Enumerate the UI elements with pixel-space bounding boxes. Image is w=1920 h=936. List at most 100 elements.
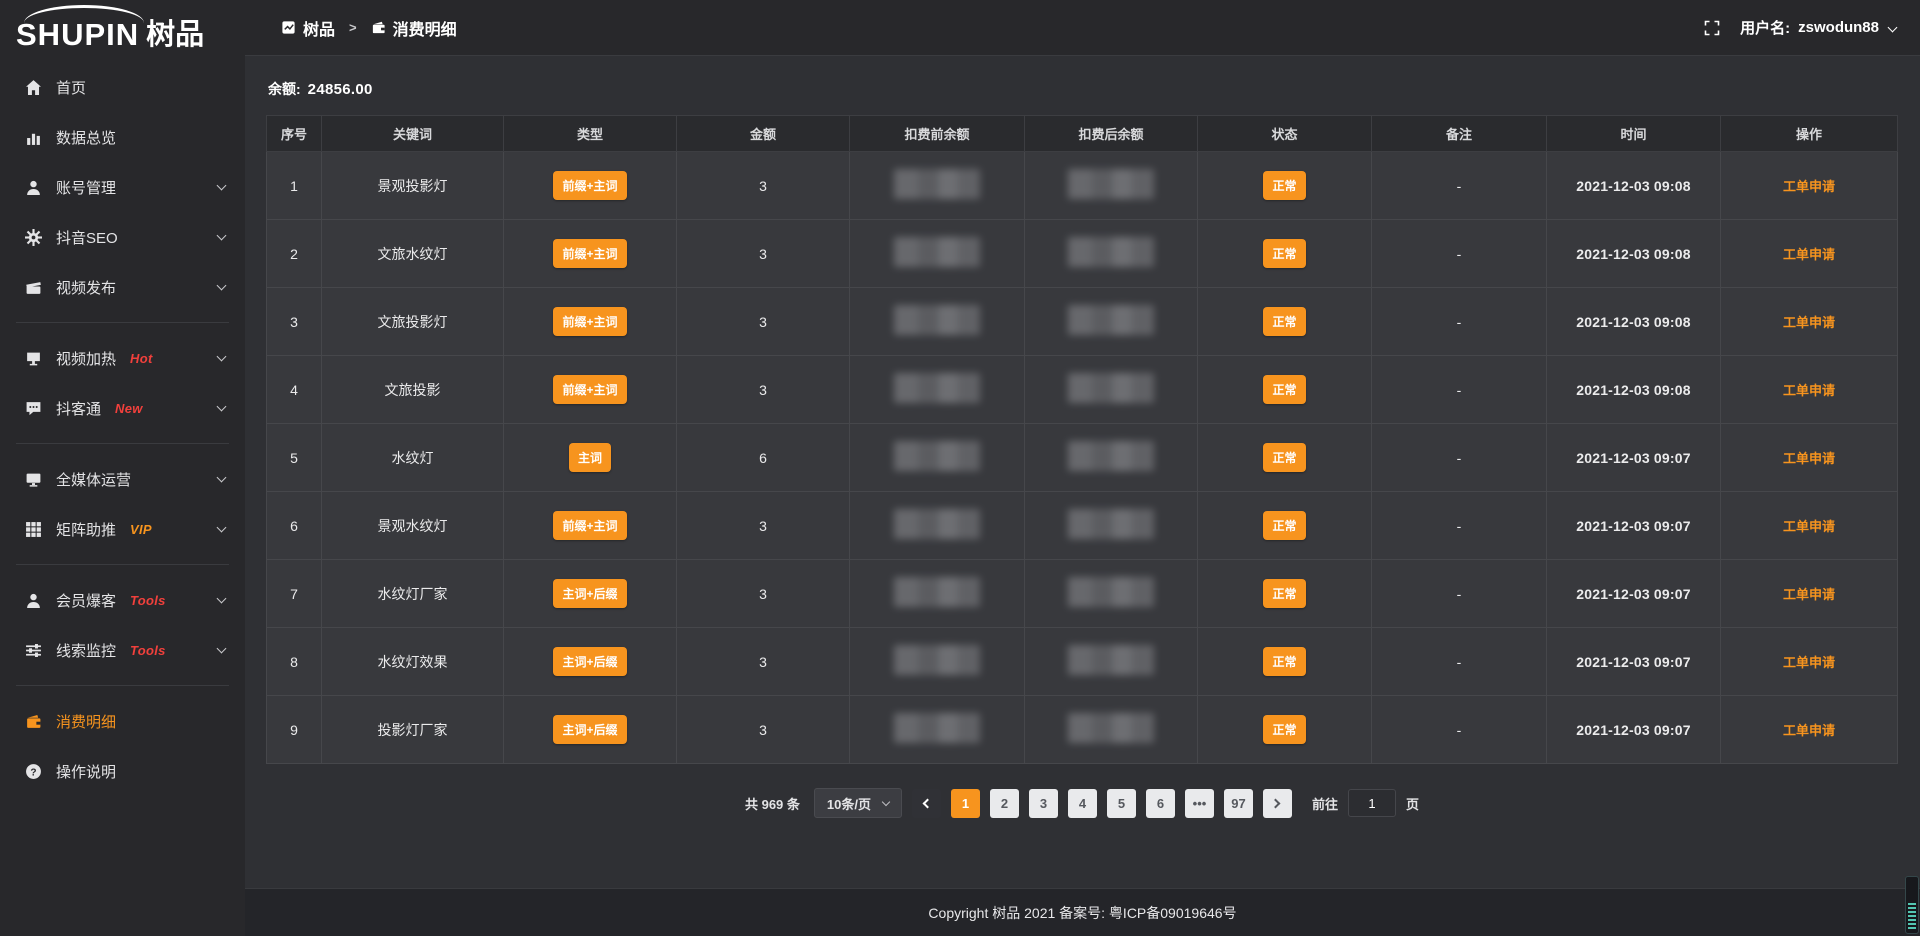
fullscreen-icon[interactable] [1704, 20, 1720, 36]
wallet-icon [371, 20, 386, 35]
masked-balance-blob [1068, 441, 1154, 471]
prev-page-button[interactable] [912, 789, 941, 818]
cell-index: 5 [267, 424, 322, 492]
column-header-10: 操作 [1721, 116, 1898, 152]
page-button-3[interactable]: 3 [1029, 789, 1058, 818]
sidebar-item-video-heating[interactable]: 视频加热Hot [0, 333, 245, 383]
user-menu[interactable]: 用户名: zswodun88 [1740, 17, 1896, 38]
chevron-down-icon [217, 594, 227, 604]
grid-icon [24, 520, 42, 538]
status-badge: 正常 [1263, 511, 1305, 540]
page-button-2[interactable]: 2 [990, 789, 1019, 818]
balance: 余额:24856.00 [268, 79, 1898, 99]
masked-balance-blob [1068, 373, 1154, 403]
more-pages-button[interactable]: ••• [1185, 789, 1214, 818]
gear-icon [24, 228, 42, 246]
cell-time: 2021-12-03 09:08 [1547, 152, 1721, 220]
sidebar-item-all-media-operation[interactable]: 全媒体运营 [0, 454, 245, 504]
cell-pre-balance [850, 424, 1025, 492]
sidebar-item-label: 抖音SEO [56, 227, 118, 248]
work-order-link[interactable]: 工单申请 [1783, 247, 1835, 262]
svg-text:?: ? [30, 767, 36, 778]
cell-index: 6 [267, 492, 322, 560]
cell-index: 9 [267, 696, 322, 764]
chevron-down-icon [217, 644, 227, 654]
type-badge: 前缀+主词 [553, 375, 626, 404]
cell-time: 2021-12-03 09:07 [1547, 560, 1721, 628]
cell-keyword: 水纹灯厂家 [322, 560, 504, 628]
breadcrumb-current-label: 消费明细 [393, 16, 457, 40]
app-window: SHUPIN 树品 首页数据总览账号管理抖音SEO视频发布视频加热Hot抖客通N… [0, 0, 1920, 936]
sidebar-item-matrix-boost[interactable]: 矩阵助推VIP [0, 504, 245, 554]
sidebar-item-account-management[interactable]: 账号管理 [0, 162, 245, 212]
goto-page-input[interactable] [1348, 789, 1396, 817]
cell-type: 主词 [504, 424, 677, 492]
work-order-link[interactable]: 工单申请 [1783, 587, 1835, 602]
sidebar-item-home[interactable]: 首页 [0, 62, 245, 112]
sidebar-item-label: 消费明细 [56, 711, 116, 732]
work-order-link[interactable]: 工单申请 [1783, 723, 1835, 738]
work-order-link[interactable]: 工单申请 [1783, 179, 1835, 194]
sidebar-item-label: 全媒体运营 [56, 469, 131, 490]
type-badge: 前缀+主词 [553, 239, 626, 268]
cell-keyword: 文旅投影灯 [322, 288, 504, 356]
balance-value: 24856.00 [308, 81, 373, 98]
cell-time: 2021-12-03 09:07 [1547, 424, 1721, 492]
type-badge: 主词+后缀 [553, 579, 626, 608]
masked-balance-blob [1068, 305, 1154, 335]
column-header-1: 序号 [267, 116, 322, 152]
work-order-link[interactable]: 工单申请 [1783, 451, 1835, 466]
status-badge: 正常 [1263, 443, 1305, 472]
cell-time: 2021-12-03 09:08 [1547, 288, 1721, 356]
cell-remark: - [1372, 628, 1547, 696]
cell-post-balance [1025, 560, 1198, 628]
work-order-link[interactable]: 工单申请 [1783, 655, 1835, 670]
cell-remark: - [1372, 356, 1547, 424]
next-page-button[interactable] [1263, 789, 1292, 818]
cell-time: 2021-12-03 09:07 [1547, 628, 1721, 696]
sidebar-item-douyin-seo[interactable]: 抖音SEO [0, 212, 245, 262]
cell-action: 工单申请 [1721, 560, 1898, 628]
page-button-1[interactable]: 1 [951, 789, 980, 818]
cell-time: 2021-12-03 09:08 [1547, 356, 1721, 424]
cell-status: 正常 [1198, 696, 1372, 764]
page-size-select[interactable]: 10条/页 [814, 788, 902, 818]
main-content: 余额:24856.00 序号关键词类型金额扣费前余额扣费后余额状态备注时间操作 … [245, 57, 1920, 888]
work-order-link[interactable]: 工单申请 [1783, 519, 1835, 534]
breadcrumb-root[interactable]: 树品 [281, 16, 335, 40]
page-button-97[interactable]: 97 [1224, 789, 1253, 818]
work-order-link[interactable]: 工单申请 [1783, 315, 1835, 330]
cell-time: 2021-12-03 09:07 [1547, 492, 1721, 560]
cell-action: 工单申请 [1721, 356, 1898, 424]
side-widget[interactable] [1905, 876, 1919, 934]
page-button-5[interactable]: 5 [1107, 789, 1136, 818]
sidebar-item-data-overview[interactable]: 数据总览 [0, 112, 245, 162]
work-order-link[interactable]: 工单申请 [1783, 383, 1835, 398]
sidebar-item-douketong[interactable]: 抖客通New [0, 383, 245, 433]
page-button-4[interactable]: 4 [1068, 789, 1097, 818]
sidebar-divider [16, 685, 229, 686]
sidebar-item-member-baoke[interactable]: 会员爆客Tools [0, 575, 245, 625]
cell-index: 3 [267, 288, 322, 356]
cell-keyword: 水纹灯效果 [322, 628, 504, 696]
sidebar-item-label: 操作说明 [56, 761, 116, 782]
sidebar-item-video-publish[interactable]: 视频发布 [0, 262, 245, 312]
type-badge: 主词+后缀 [553, 715, 626, 744]
cell-remark: - [1372, 220, 1547, 288]
type-badge: 主词+后缀 [553, 647, 626, 676]
sidebar-item-operation-guide[interactable]: ? 操作说明 [0, 746, 245, 796]
cell-post-balance [1025, 288, 1198, 356]
cell-keyword: 景观水纹灯 [322, 492, 504, 560]
table-row: 4文旅投影前缀+主词3正常-2021-12-03 09:08工单申请 [267, 356, 1898, 424]
sidebar-item-clue-monitor[interactable]: 线索监控Tools [0, 625, 245, 675]
sidebar-item-consumption-detail[interactable]: 消费明细 [0, 696, 245, 746]
cell-action: 工单申请 [1721, 152, 1898, 220]
cell-action: 工单申请 [1721, 628, 1898, 696]
cell-post-balance [1025, 152, 1198, 220]
screen-icon [24, 349, 42, 367]
sidebar-item-badge: Tools [130, 593, 166, 608]
page-button-6[interactable]: 6 [1146, 789, 1175, 818]
cell-amount: 3 [677, 356, 850, 424]
cell-pre-balance [850, 288, 1025, 356]
column-header-2: 关键词 [322, 116, 504, 152]
